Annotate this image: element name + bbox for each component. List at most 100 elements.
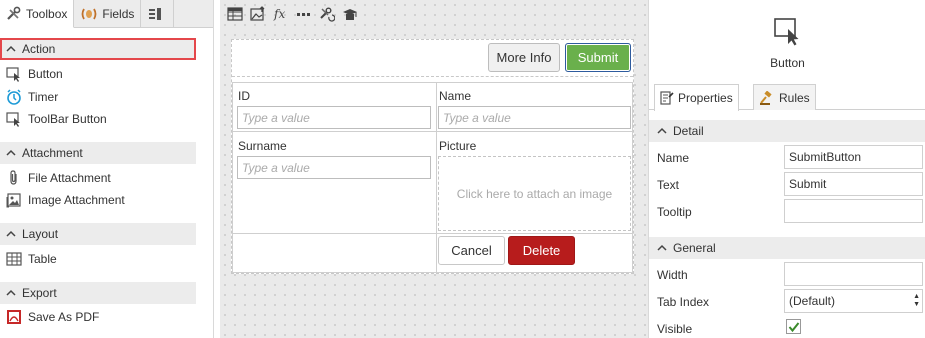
- selected-control-label: Button: [770, 56, 805, 70]
- image-attachment-icon: [6, 192, 22, 208]
- button-icon: [6, 66, 22, 82]
- fx-icon[interactable]: fx: [270, 3, 292, 25]
- chevron-up-icon: [6, 230, 16, 238]
- toolbox-item-label: ToolBar Button: [28, 112, 107, 126]
- tab-rules[interactable]: Rules: [753, 84, 816, 110]
- prop-width-input[interactable]: [784, 262, 923, 286]
- tab-properties-label: Properties: [678, 91, 733, 105]
- surname-input[interactable]: Type a value: [237, 156, 431, 179]
- picture-dropzone[interactable]: Click here to attach an image: [438, 156, 631, 231]
- canvas-toolbar: fx: [220, 0, 648, 28]
- properties-panel: Button Properties Rules Detail Name Subm…: [648, 0, 925, 338]
- chevron-up-icon: [6, 289, 16, 297]
- table-divider: [436, 83, 437, 272]
- toolbox-item-image-attachment[interactable]: Image Attachment: [6, 190, 125, 210]
- property-tabs: Properties Rules: [649, 84, 925, 111]
- toolbox-item-label: Table: [28, 252, 57, 266]
- chevron-up-icon: [6, 45, 16, 53]
- checkmark-icon: [788, 321, 799, 332]
- properties-icon: [660, 91, 674, 105]
- toolbox-item-timer[interactable]: Timer: [6, 87, 58, 107]
- tab-fields[interactable]: Fields: [74, 0, 142, 28]
- toolbox-item-table[interactable]: Table: [6, 249, 57, 269]
- more-info-button[interactable]: More Info: [488, 43, 560, 72]
- form-view: More Info Submit ID Type a value Name Ty…: [231, 39, 634, 274]
- table-divider: [233, 233, 632, 234]
- prop-width-label: Width: [657, 268, 688, 282]
- prop-name-input[interactable]: SubmitButton: [784, 145, 923, 169]
- svg-text:fx: fx: [273, 7, 285, 21]
- section-general[interactable]: General: [649, 237, 925, 259]
- ellipsis-icon[interactable]: [293, 3, 315, 25]
- tab-rules-label: Rules: [779, 90, 810, 105]
- chevron-up-icon: [657, 244, 667, 252]
- tab-toolbox[interactable]: Toolbox: [0, 0, 75, 28]
- prop-tabindex-label: Tab Index: [657, 295, 710, 309]
- surname-label: Surname: [238, 139, 287, 153]
- toolbox-item-toolbar-button[interactable]: ToolBar Button: [6, 109, 107, 129]
- toolbox-item-label: Save As PDF: [28, 310, 100, 324]
- prop-visible-checkbox[interactable]: [786, 319, 801, 334]
- tools-refresh-icon[interactable]: [316, 3, 338, 25]
- table-divider: [233, 131, 632, 132]
- cancel-button[interactable]: Cancel: [438, 236, 505, 265]
- section-general-label: General: [673, 241, 716, 255]
- timer-icon: [6, 89, 22, 105]
- toolbox-item-label: Timer: [28, 90, 59, 104]
- prop-tabindex-value: (Default): [789, 294, 836, 308]
- section-action-label: Action: [22, 42, 56, 56]
- id-label: ID: [238, 89, 250, 103]
- chevron-up-icon: [657, 127, 667, 135]
- prop-text-input[interactable]: Submit: [784, 172, 923, 196]
- section-export[interactable]: Export: [0, 282, 196, 304]
- image-upload-icon[interactable]: [247, 3, 269, 25]
- section-layout[interactable]: Layout: [0, 223, 196, 245]
- section-attachment-label: Attachment: [22, 146, 83, 160]
- prop-visible-label: Visible: [657, 322, 693, 336]
- prop-tabindex-select[interactable]: (Default) ▲ ▼: [784, 289, 923, 313]
- tab-fields-label: Fields: [102, 7, 135, 21]
- tab-list[interactable]: [141, 0, 175, 28]
- section-detail-label: Detail: [673, 124, 704, 138]
- toolbar-button-icon: [6, 111, 22, 127]
- toolbox-item-label: Button: [28, 67, 63, 81]
- tab-properties[interactable]: Properties: [654, 84, 739, 111]
- toolbox-panel: Toolbox Fields Action Button Timer ToolB…: [0, 0, 214, 338]
- spinner-icon[interactable]: ▲ ▼: [913, 293, 920, 309]
- section-export-label: Export: [22, 286, 57, 300]
- section-attachment[interactable]: Attachment: [0, 142, 196, 164]
- toolbox-item-save-as-pdf[interactable]: Save As PDF: [6, 307, 99, 327]
- toolbox-tabs: Toolbox Fields: [0, 0, 213, 28]
- table-icon: [6, 251, 22, 267]
- pdf-icon: [6, 309, 22, 325]
- picture-label: Picture: [439, 139, 477, 153]
- button-icon: [773, 16, 803, 49]
- section-layout-label: Layout: [22, 227, 59, 241]
- toolbox-item-label: File Attachment: [28, 171, 111, 185]
- name-input[interactable]: Type a value: [438, 106, 631, 129]
- toolbox-item-button[interactable]: Button: [6, 64, 63, 84]
- fields-icon: [80, 7, 98, 21]
- section-action[interactable]: Action: [0, 38, 196, 60]
- toolbox-item-label: Image Attachment: [28, 193, 125, 207]
- section-detail[interactable]: Detail: [649, 120, 925, 142]
- graduate-icon[interactable]: [339, 3, 361, 25]
- delete-button[interactable]: Delete: [508, 236, 575, 265]
- paperclip-icon: [6, 170, 22, 186]
- tab-toolbox-label: Toolbox: [26, 6, 68, 21]
- form-button-bar: More Info Submit: [232, 40, 633, 77]
- id-input[interactable]: Type a value: [237, 106, 431, 129]
- gavel-icon: [759, 90, 775, 105]
- chevron-up-icon: [6, 149, 16, 157]
- list-icon: [147, 6, 163, 22]
- tools-icon: [6, 6, 22, 22]
- table-icon[interactable]: [224, 3, 246, 25]
- name-label: Name: [439, 89, 472, 103]
- toolbox-item-file-attachment[interactable]: File Attachment: [6, 168, 111, 188]
- submit-button[interactable]: Submit: [565, 43, 631, 72]
- prop-tooltip-label: Tooltip: [657, 205, 692, 219]
- prop-text-label: Text: [657, 178, 680, 192]
- prop-name-label: Name: [657, 151, 690, 165]
- form-table: ID Type a value Name Type a value Surnam…: [232, 82, 633, 273]
- prop-tooltip-input[interactable]: [784, 199, 923, 223]
